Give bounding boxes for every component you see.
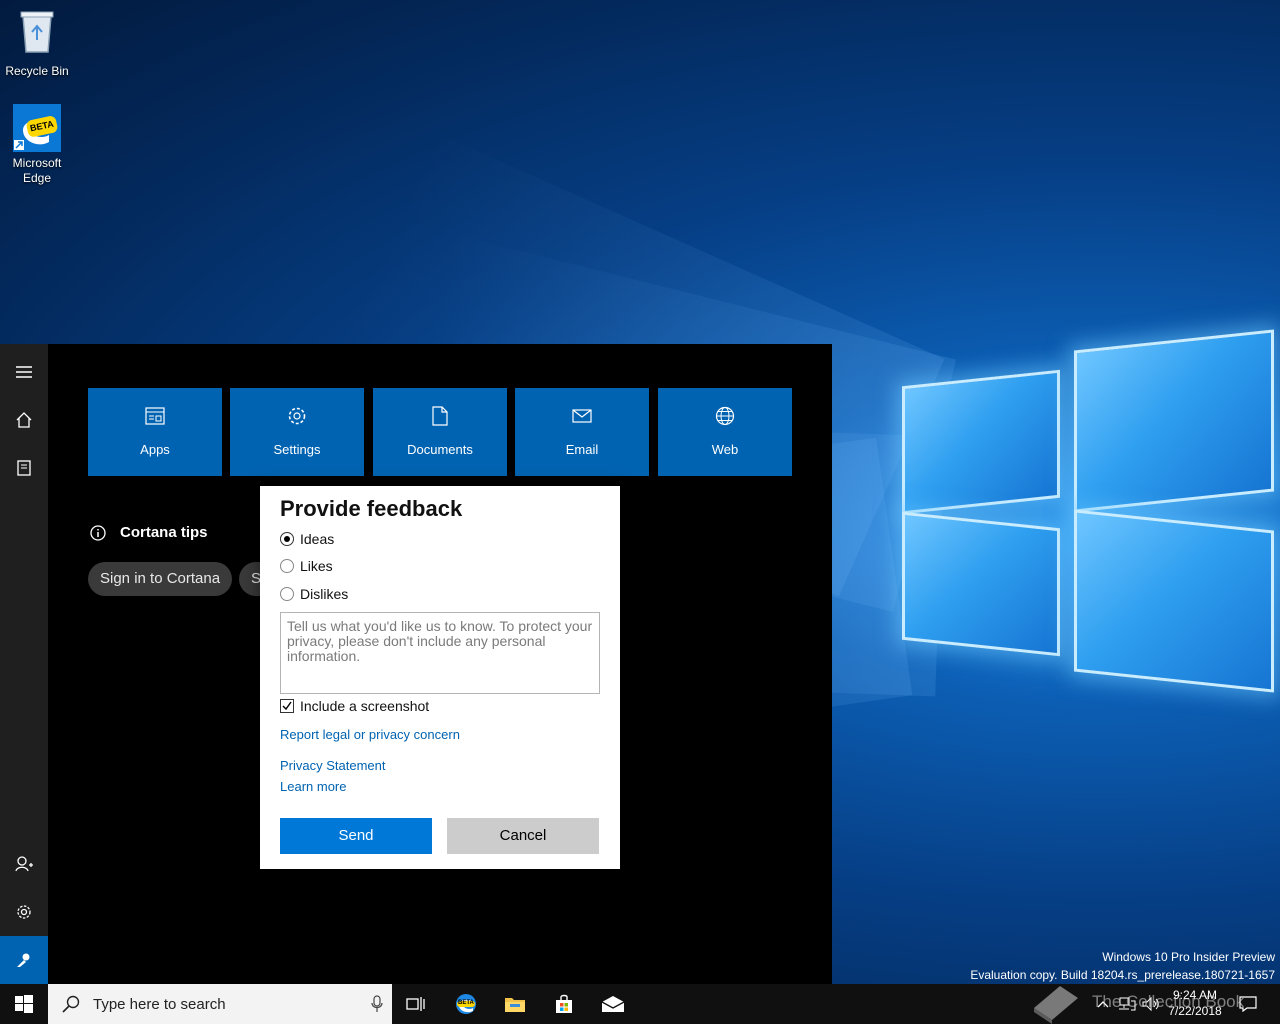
tile-apps[interactable]: Apps (88, 388, 222, 476)
home-button[interactable] (0, 396, 48, 444)
recycle-bin-label: Recycle Bin (5, 64, 69, 78)
windows-start-icon (15, 995, 33, 1013)
edge-label-line1: Microsoft (12, 156, 62, 170)
tile-settings[interactable]: Settings (230, 388, 364, 476)
hamburger-icon (16, 366, 32, 378)
search-input[interactable] (93, 995, 363, 1013)
feedback-textarea[interactable] (280, 612, 600, 694)
radio-ideas-control[interactable] (280, 532, 294, 546)
include-screenshot-label: Include a screenshot (300, 698, 430, 714)
feedback-button[interactable] (0, 936, 48, 984)
radio-likes-label: Likes (300, 558, 333, 574)
cancel-button[interactable]: Cancel (447, 818, 599, 854)
radio-ideas-label: Ideas (300, 531, 335, 547)
cortana-tips-heading: Cortana tips (90, 524, 208, 541)
provide-feedback-dialog: Provide feedback Ideas Likes Dislikes In… (260, 486, 620, 869)
cortana-tips-title: Cortana tips (120, 524, 208, 541)
book-logo-icon (1034, 986, 1078, 1024)
task-view-icon (406, 997, 425, 1011)
microphone-icon[interactable] (371, 995, 383, 1013)
start-button[interactable] (0, 984, 48, 1024)
edge-desktop-icon[interactable]: BETA Microsoft Edge (1, 104, 73, 186)
collection-book-text: The Collection Book (1092, 992, 1245, 1011)
feedback-icon (17, 953, 30, 967)
hamburger-menu-button[interactable] (0, 348, 48, 396)
dialog-title: Provide feedback (280, 496, 463, 521)
notebook-icon (17, 460, 31, 476)
taskbar-edge-beta-button[interactable]: BETA (442, 984, 490, 1024)
watermark-edition: Windows 10 Pro Insider Preview (1102, 950, 1275, 964)
send-button[interactable]: Send (280, 818, 432, 854)
checkmark-icon (282, 701, 292, 711)
radio-ideas[interactable]: Ideas (280, 531, 334, 547)
radio-dislikes-control[interactable] (280, 587, 294, 601)
account-icon (15, 856, 33, 872)
recycle-bin-icon (1, 8, 73, 60)
notebook-button[interactable] (0, 444, 48, 492)
gear-icon (17, 905, 31, 919)
mail-button[interactable] (589, 984, 637, 1024)
tile-settings-label: Settings (273, 442, 321, 457)
taskbar-beta-badge: BETA (458, 1000, 474, 1006)
microsoft-store-button[interactable] (540, 984, 588, 1024)
tile-email[interactable]: Email (515, 388, 649, 476)
tile-documents-label: Documents (407, 442, 473, 457)
gear-icon (285, 404, 309, 428)
collection-book-overlay: The Collection Book (1030, 980, 1244, 1024)
edge-beta-icon: BETA (13, 104, 61, 152)
radio-likes-control[interactable] (280, 559, 294, 573)
tile-web[interactable]: Web (658, 388, 792, 476)
report-legal-privacy-link[interactable]: Report legal or privacy concern (280, 727, 460, 742)
radio-dislikes[interactable]: Dislikes (280, 586, 348, 602)
task-view-button[interactable] (392, 984, 440, 1024)
info-icon (90, 524, 106, 541)
privacy-statement-link[interactable]: Privacy Statement (280, 758, 386, 773)
edge-label-line2: Edge (22, 171, 52, 185)
windows-logo-wallpaper (890, 329, 1280, 710)
tile-email-label: Email (565, 442, 599, 457)
include-screenshot-checkbox[interactable] (280, 699, 294, 713)
home-icon (16, 412, 32, 428)
store-icon (556, 994, 572, 1013)
chip-sign-in-to-cortana[interactable]: Sign in to Cortana (88, 562, 233, 596)
tile-apps-label: Apps (140, 442, 170, 457)
tile-documents[interactable]: Documents (373, 388, 507, 476)
settings-button[interactable] (0, 888, 48, 936)
account-button[interactable] (0, 840, 48, 888)
radio-dislikes-label: Dislikes (300, 586, 349, 602)
mail-icon (570, 404, 594, 428)
mail-icon (601, 996, 625, 1012)
radio-likes[interactable]: Likes (280, 558, 333, 574)
panel-left-rail (0, 344, 48, 984)
folder-icon (505, 998, 525, 1012)
recycle-bin-desktop-icon[interactable]: Recycle Bin (1, 8, 73, 79)
search-icon (62, 995, 80, 1013)
file-explorer-button[interactable] (491, 984, 539, 1024)
learn-more-link[interactable]: Learn more (280, 779, 346, 794)
apps-icon (143, 404, 167, 428)
globe-icon (713, 404, 737, 428)
taskbar-search-box[interactable] (48, 984, 392, 1024)
tile-web-label: Web (711, 442, 739, 457)
include-screenshot-option[interactable]: Include a screenshot (280, 698, 429, 714)
document-icon (428, 404, 452, 428)
